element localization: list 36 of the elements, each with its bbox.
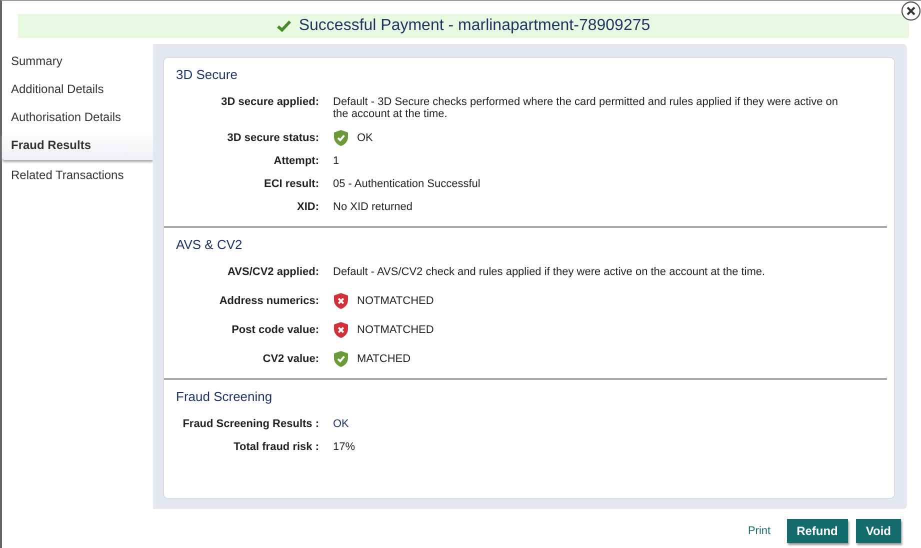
field-label: XID: — [296, 201, 319, 213]
print-link[interactable]: Print — [748, 525, 771, 537]
field-value: NOTMATCHED — [357, 324, 434, 336]
section-heading: 3D Secure — [175, 66, 238, 82]
field-value: Default - 3D Secure checks performed where the card permitted and rules applied if they were active on the account at the time. — [333, 96, 840, 120]
result-link[interactable]: OK — [333, 418, 349, 430]
sidebar-item[interactable]: Related Transactions — [2, 162, 153, 190]
field-value: No XID returned — [333, 201, 412, 213]
field-value: OK — [357, 132, 373, 144]
check-icon — [276, 20, 291, 32]
sidebar-item[interactable]: Authorisation Details — [2, 104, 153, 132]
close-icon[interactable] — [901, 1, 921, 21]
field-label: ECI result: — [262, 178, 319, 190]
field-label: Address numerics: — [218, 294, 319, 306]
field-label: Total fraud risk : — [232, 441, 319, 453]
action-button[interactable]: Refund — [786, 519, 848, 543]
field-value: MATCHED — [357, 352, 411, 364]
field-label: AVS/CV2 applied: — [226, 266, 319, 278]
field-value: NOTMATCHED — [357, 294, 434, 306]
field-label: Post code value: — [230, 324, 319, 336]
sidebar-item[interactable]: Additional Details — [2, 76, 153, 104]
field-label: 3D secure applied: — [220, 96, 319, 108]
field-value: 05 - Authentication Successful — [333, 178, 480, 190]
field-value: 17% — [333, 441, 356, 453]
dialog-title: Successful Payment - marlinapartment-78909275 — [298, 17, 650, 35]
field-label: Attempt: — [272, 155, 319, 167]
field-label: 3D secure status: — [226, 132, 319, 144]
section-heading: AVS & CV2 — [175, 236, 244, 252]
field-label: CV2 value: — [262, 352, 319, 364]
field-label: Fraud Screening Results : — [182, 418, 319, 430]
section-heading: Fraud Screening — [175, 388, 274, 404]
field-value: Default - AVS/CV2 check and rules applied if they were active on the account at the time. — [333, 266, 766, 278]
action-button[interactable]: Void — [856, 519, 901, 543]
sidebar-item[interactable]: Fraud Results — [2, 132, 153, 160]
sidebar-item[interactable]: Summary — [2, 48, 153, 76]
field-value: 1 — [333, 155, 340, 167]
